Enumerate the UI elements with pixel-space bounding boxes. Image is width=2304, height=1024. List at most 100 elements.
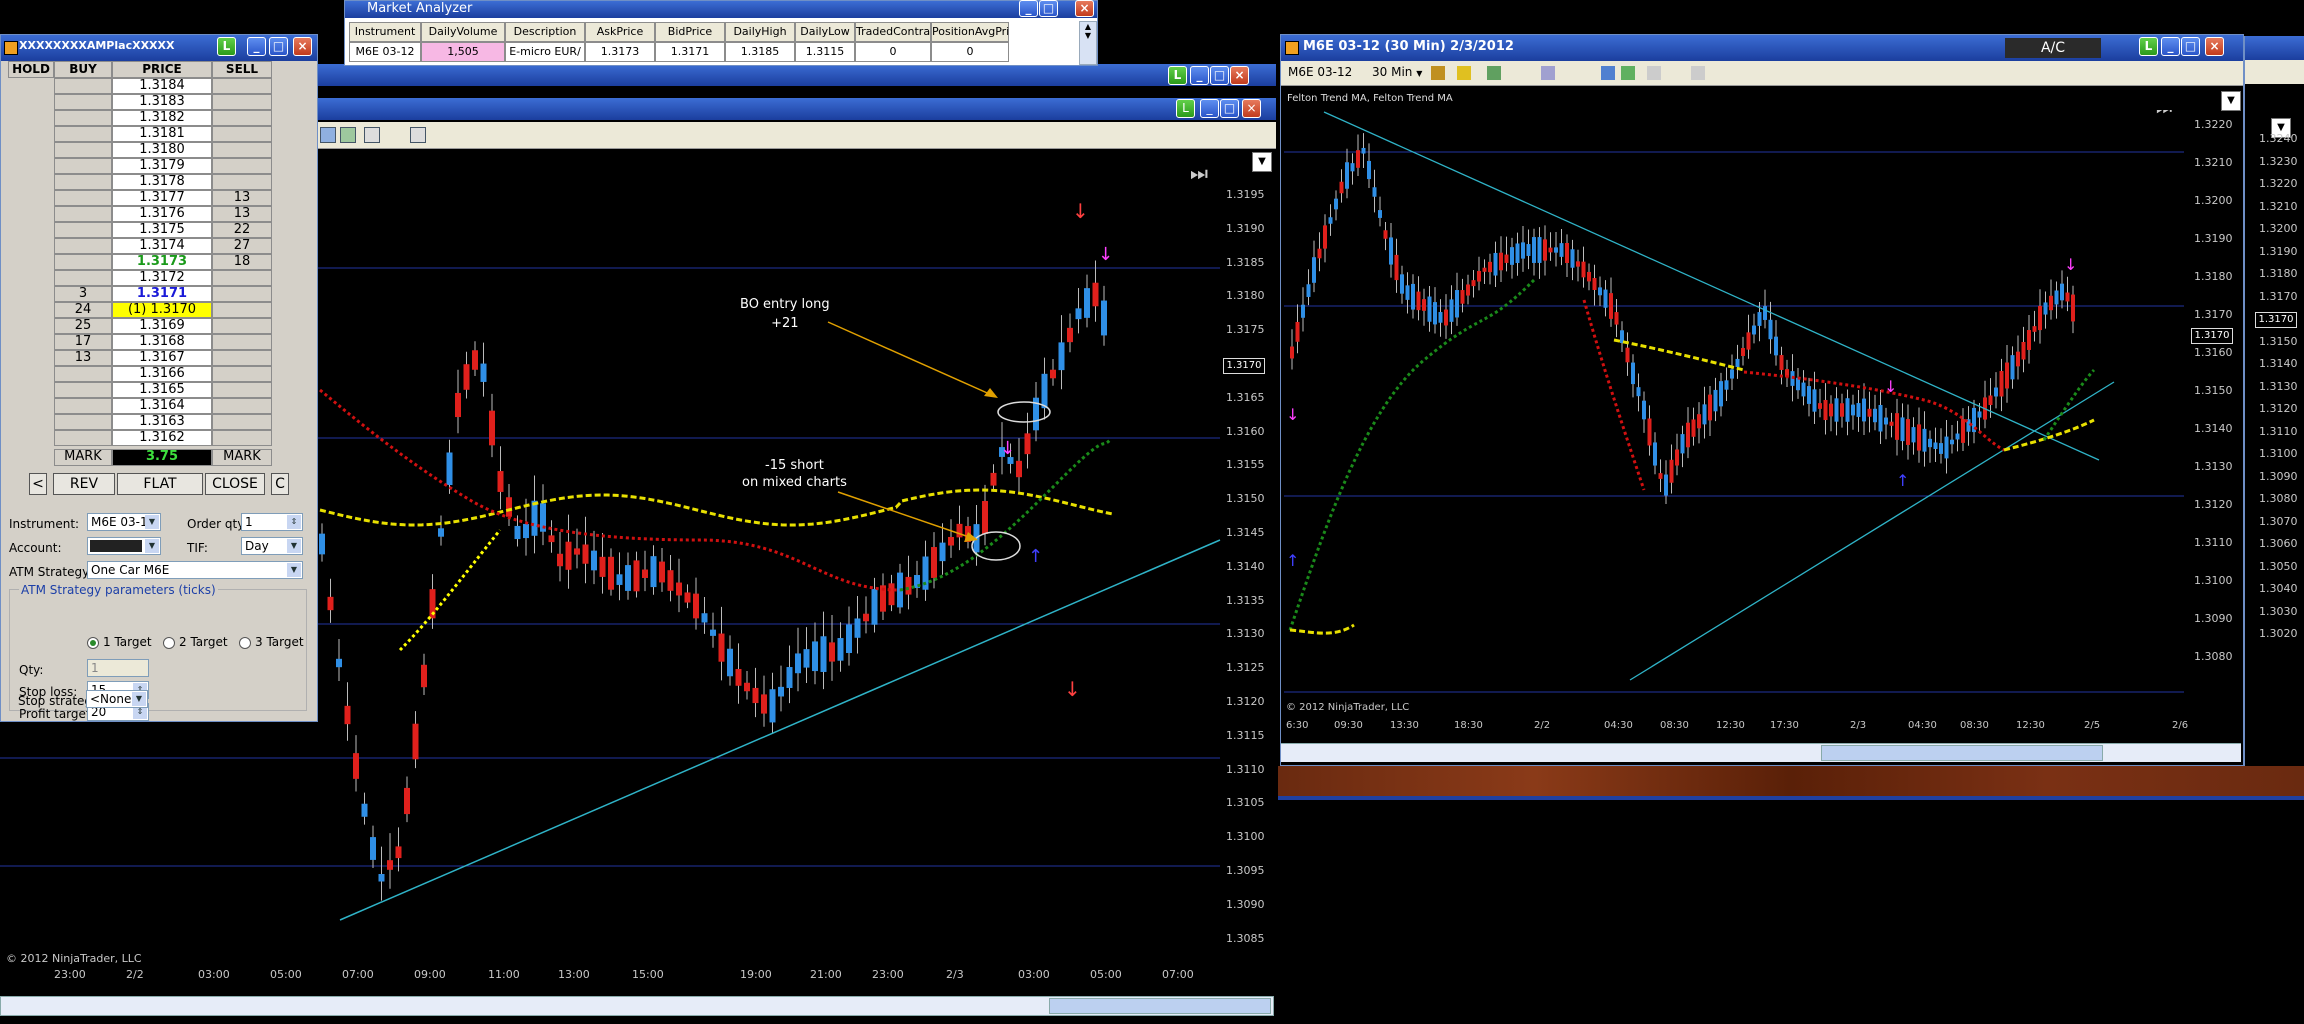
- hold-cell[interactable]: [8, 78, 54, 94]
- tif-select[interactable]: Day ▼: [241, 537, 303, 555]
- inner-link-icon[interactable]: L: [1176, 99, 1195, 118]
- hold-cell[interactable]: [8, 286, 54, 302]
- buy-cell[interactable]: [54, 94, 112, 110]
- sell-cell[interactable]: 13: [212, 206, 272, 222]
- buy-cell[interactable]: [54, 414, 112, 430]
- hold-cell[interactable]: [8, 158, 54, 174]
- right-minimize-button[interactable]: _: [2161, 37, 2180, 56]
- ma-col-header[interactable]: PositionAvgPri: [931, 22, 1009, 42]
- ma-scroll[interactable]: ▲ ▼: [1079, 21, 1097, 65]
- indicator-icon[interactable]: [1601, 66, 1615, 80]
- maximize-button[interactable]: □: [1210, 66, 1229, 85]
- ma-cell[interactable]: 0: [855, 42, 931, 62]
- inner-close-button[interactable]: ×: [1242, 99, 1261, 118]
- toolbar-snapshot-icon[interactable]: [410, 127, 426, 143]
- ma-col-header[interactable]: DailyVolume: [421, 22, 505, 42]
- ma-cell[interactable]: M6E 03-12: [349, 42, 421, 62]
- toolbar-props-icon[interactable]: [364, 127, 380, 143]
- buy-cell[interactable]: [54, 222, 112, 238]
- sell-cell[interactable]: [212, 350, 272, 366]
- buy-cell[interactable]: 25: [54, 318, 112, 334]
- close-button[interactable]: ×: [1230, 66, 1249, 85]
- sell-cell[interactable]: 13: [212, 190, 272, 206]
- ma-cell[interactable]: 1.3171: [655, 42, 725, 62]
- ma-minimize-button[interactable]: _: [1019, 0, 1038, 17]
- hold-cell[interactable]: [8, 126, 54, 142]
- ma-col-header[interactable]: Description: [505, 22, 585, 42]
- right-interval-select[interactable]: 30 Min ▼: [1369, 64, 1429, 82]
- buy-cell[interactable]: [54, 190, 112, 206]
- ma-maximize-button[interactable]: □: [1039, 0, 1058, 17]
- orderqty-stepper[interactable]: 1 ⇕: [241, 513, 303, 531]
- sell-cell[interactable]: 22: [212, 222, 272, 238]
- instrument-select[interactable]: M6E 03-12 ▼: [87, 513, 161, 531]
- dom-minimize-button[interactable]: _: [247, 37, 266, 56]
- hold-cell[interactable]: [8, 94, 54, 110]
- hold-cell[interactable]: [8, 334, 54, 350]
- ma-col-header[interactable]: DailyLow: [795, 22, 855, 42]
- hold-cell[interactable]: [8, 366, 54, 382]
- ma-col-header[interactable]: BidPrice: [655, 22, 725, 42]
- hold-cell[interactable]: [8, 398, 54, 414]
- sell-cell[interactable]: [212, 318, 272, 334]
- ma-cell[interactable]: 1,505: [421, 42, 505, 62]
- toolbar-draw-icon[interactable]: [340, 127, 356, 143]
- right-chart-titlebar[interactable]: M6E 03-12 (30 Min) 2/3/2012 A/C L _ □ ×: [1281, 35, 2243, 61]
- left-hscrollbar[interactable]: [0, 996, 1274, 1016]
- market-analyzer-titlebar[interactable]: Market Analyzer _ □ ×: [345, 0, 1097, 18]
- buy-cell[interactable]: [54, 158, 112, 174]
- sell-cell[interactable]: [212, 158, 272, 174]
- sell-cell[interactable]: [212, 94, 272, 110]
- hold-cell[interactable]: [8, 142, 54, 158]
- buy-cell[interactable]: [54, 206, 112, 222]
- close-position-button[interactable]: CLOSE: [205, 473, 265, 495]
- sell-cell[interactable]: [212, 334, 272, 350]
- mark-left[interactable]: MARK: [54, 449, 112, 466]
- buy-cell[interactable]: [54, 270, 112, 286]
- sell-cell[interactable]: [212, 398, 272, 414]
- sell-cell[interactable]: [212, 174, 272, 190]
- ma-cell[interactable]: 1.3115: [795, 42, 855, 62]
- ma-cell[interactable]: 1.3173: [585, 42, 655, 62]
- right-hscrollbar[interactable]: [1281, 743, 2241, 762]
- hold-cell[interactable]: [8, 254, 54, 270]
- ma-cell[interactable]: 0: [931, 42, 1009, 62]
- buy-cell[interactable]: 3: [54, 286, 112, 302]
- link-icon[interactable]: L: [1168, 66, 1187, 85]
- ma-col-header[interactable]: TradedContra: [855, 22, 931, 42]
- snapshot-icon[interactable]: [1691, 66, 1705, 80]
- buy-cell[interactable]: 13: [54, 350, 112, 366]
- sell-cell[interactable]: [212, 270, 272, 286]
- buy-cell[interactable]: [54, 174, 112, 190]
- dom-link-icon[interactable]: L: [217, 37, 236, 56]
- stepper-icon[interactable]: ⇕: [287, 515, 301, 529]
- buy-cell[interactable]: [54, 110, 112, 126]
- buy-cell[interactable]: 24: [54, 302, 112, 318]
- left-hscrollbar-thumb[interactable]: [1049, 998, 1271, 1014]
- buy-cell[interactable]: [54, 238, 112, 254]
- buy-cell[interactable]: [54, 78, 112, 94]
- c-button[interactable]: C: [271, 473, 289, 495]
- hold-cell[interactable]: [8, 238, 54, 254]
- buy-cell[interactable]: [54, 398, 112, 414]
- strategy-icon[interactable]: [1621, 66, 1635, 80]
- dom-maximize-button[interactable]: □: [269, 37, 288, 56]
- right-chart-dropdown[interactable]: ▼: [2221, 91, 2241, 111]
- buy-cell[interactable]: [54, 382, 112, 398]
- dom-close-button[interactable]: ×: [293, 37, 312, 56]
- right-maximize-button[interactable]: □: [2181, 37, 2200, 56]
- mark-right[interactable]: MARK: [212, 449, 272, 466]
- sell-cell[interactable]: [212, 142, 272, 158]
- hold-cell[interactable]: [8, 382, 54, 398]
- rev-button[interactable]: REV: [53, 473, 115, 495]
- account-select[interactable]: ▼: [87, 537, 161, 555]
- sell-cell[interactable]: 27: [212, 238, 272, 254]
- buy-cell[interactable]: [54, 126, 112, 142]
- ma-col-header[interactable]: AskPrice: [585, 22, 655, 42]
- inner-maximize-button[interactable]: □: [1220, 99, 1239, 118]
- ma-cell[interactable]: E-micro EUR/: [505, 42, 585, 62]
- hold-cell[interactable]: [8, 174, 54, 190]
- buy-cell[interactable]: [54, 254, 112, 270]
- hold-cell[interactable]: [8, 414, 54, 430]
- hold-cell[interactable]: [8, 190, 54, 206]
